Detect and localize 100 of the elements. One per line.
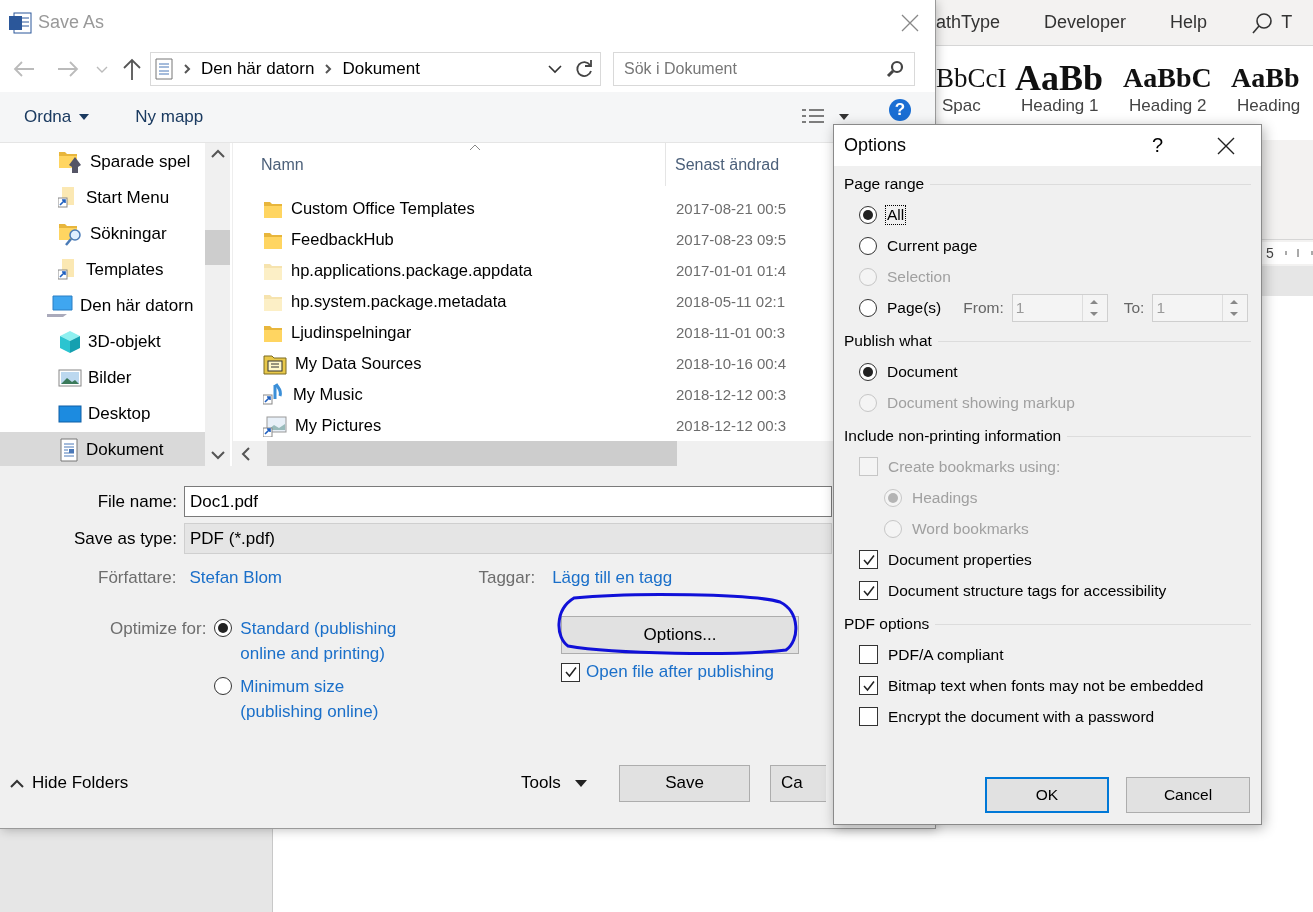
sidebar-item[interactable]: Desktop: [0, 396, 205, 432]
file-name-cell[interactable]: My Music: [233, 382, 666, 407]
checkbox-label[interactable]: Document structure tags for accessibility: [886, 580, 1169, 601]
radio-label[interactable]: Minimum size (publishing online): [240, 674, 413, 724]
date-cell-text: 2018-10-16 00:4: [675, 355, 787, 372]
sidebar-item[interactable]: Templates: [0, 252, 205, 288]
file-name-cell[interactable]: Ljudinspelningar: [233, 322, 666, 343]
scrollbar-thumb[interactable]: [205, 229, 230, 265]
radio-label[interactable]: All: [885, 204, 907, 225]
breadcrumb[interactable]: Den här datorn: [201, 58, 315, 79]
dialog-title: Options: [844, 135, 908, 156]
picture-shortcut-icon: [263, 414, 287, 437]
file-name-cell[interactable]: hp.system.package.metadata: [233, 291, 666, 312]
checkbox[interactable]: [859, 645, 878, 664]
style-preview: AaBb: [1231, 61, 1301, 95]
desktop-icon: [58, 403, 82, 425]
checkbox[interactable]: [859, 676, 878, 695]
radio-label[interactable]: Standard (publishing online and printing): [240, 616, 413, 666]
radio-button[interactable]: [859, 298, 877, 317]
file-name-cell[interactable]: My Data Sources: [233, 352, 666, 375]
tell-me-field[interactable]: T: [1281, 12, 1293, 33]
file-name-cell[interactable]: My Pictures: [233, 414, 666, 437]
sidebar-item[interactable]: Sparade spel: [0, 144, 205, 180]
scroll-left-icon[interactable]: [241, 446, 251, 461]
checkbox[interactable]: [859, 707, 878, 726]
group-heading: PDF options: [844, 615, 930, 633]
radio-label[interactable]: Page(s): [885, 297, 944, 318]
column-header[interactable]: Namn: [233, 155, 665, 174]
scroll-down-icon[interactable]: [210, 451, 225, 460]
scrollbar-thumb[interactable]: [267, 441, 677, 466]
tools-menu[interactable]: Tools: [521, 773, 619, 793]
field-label: From:: [963, 298, 1004, 317]
file-name-cell[interactable]: FeedbackHub: [233, 229, 666, 250]
options-button[interactable]: Options...: [561, 616, 799, 654]
ribbon-tab[interactable]: athType: [936, 12, 1001, 33]
word-app-icon: [8, 10, 32, 35]
field-label: Optimize for:: [110, 618, 207, 640]
caret-down-icon: [574, 779, 587, 787]
ruler-number: 5: [1266, 245, 1274, 261]
file-type-dropdown[interactable]: PDF (*.pdf): [184, 523, 832, 554]
window-title: Save As: [38, 12, 105, 33]
field-label: Författare:: [98, 568, 177, 588]
author-link[interactable]: Stefan Blom: [189, 568, 479, 588]
close-icon[interactable]: [1217, 136, 1235, 155]
cube-icon: [58, 330, 82, 354]
column-header[interactable]: Senast ändrad: [675, 155, 780, 174]
dropdown-icon[interactable]: [548, 63, 562, 74]
checkbox-label[interactable]: Bitmap text when fonts may not be embedded: [886, 675, 1206, 696]
checkbox[interactable]: [859, 550, 878, 569]
hide-folders-button[interactable]: Hide Folders: [10, 773, 521, 793]
radio-label[interactable]: Current page: [885, 235, 980, 256]
style-preview: AaBb: [1015, 57, 1105, 99]
checkbox-label[interactable]: PDF/A compliant: [886, 644, 1006, 665]
sidebar-item[interactable]: Sökningar: [0, 216, 205, 252]
checkbox[interactable]: [561, 662, 580, 682]
style-name: Heading 2: [1128, 96, 1208, 116]
ruler-ticks: [1283, 248, 1313, 258]
field-label: File name:: [96, 491, 177, 512]
file-name-cell[interactable]: Custom Office Templates: [233, 198, 666, 219]
radio-button[interactable]: [859, 362, 877, 381]
address-bar[interactable]: Den här datorn Dokument: [150, 51, 601, 86]
sidebar-item[interactable]: Start Menu: [0, 180, 205, 216]
music-note-icon: [263, 382, 285, 407]
breadcrumb[interactable]: Dokument: [342, 58, 420, 79]
radio-label[interactable]: Document: [885, 361, 960, 382]
checkbox[interactable]: [859, 581, 878, 600]
sidebar-item[interactable]: Bilder: [0, 360, 205, 396]
chevron-up-icon: [10, 778, 24, 788]
caret-down-icon[interactable]: [839, 114, 849, 120]
help-button[interactable]: ?: [1151, 134, 1163, 157]
radio-button[interactable]: [214, 677, 233, 695]
new-folder-button[interactable]: Ny mapp: [135, 107, 204, 127]
search-icon[interactable]: [1251, 11, 1274, 34]
dialog-button[interactable]: Save: [619, 764, 750, 802]
search-icon: [886, 59, 904, 78]
field-label: Taggar:: [478, 568, 536, 588]
dialog-button[interactable]: Cancel: [1126, 777, 1250, 813]
dialog-button[interactable]: Ca: [770, 764, 826, 802]
help-icon[interactable]: ?: [889, 99, 911, 121]
sidebar-item[interactable]: Den här datorn: [0, 288, 205, 324]
ribbon-tab[interactable]: Help: [1170, 12, 1208, 33]
radio-button[interactable]: [859, 205, 877, 224]
style-preview: AaBbC: [1123, 61, 1213, 95]
file-name-field[interactable]: Doc1.pdf: [184, 486, 832, 517]
sidebar-item[interactable]: Dokument: [0, 432, 205, 468]
tags-link[interactable]: Lägg till en tagg: [552, 568, 673, 588]
style-preview: BbCcI: [936, 62, 1008, 95]
organize-menu[interactable]: Ordna: [24, 107, 90, 127]
ribbon-tab[interactable]: Developer: [1044, 12, 1127, 33]
file-name-cell[interactable]: hp.applications.package.appdata: [233, 260, 666, 281]
scroll-up-icon[interactable]: [210, 149, 225, 158]
checkbox-label[interactable]: Open file after publishing: [586, 662, 775, 682]
checkbox-label[interactable]: Document properties: [886, 549, 1034, 570]
up-arrow-icon[interactable]: [122, 56, 142, 81]
checkbox-label[interactable]: Encrypt the document with a password: [886, 706, 1157, 727]
search-field[interactable]: Sök i Dokument: [613, 51, 915, 86]
sidebar-item[interactable]: 3D-objekt: [0, 324, 205, 360]
dialog-button[interactable]: OK: [985, 777, 1109, 813]
radio-button[interactable]: [859, 236, 877, 255]
radio-button[interactable]: [214, 619, 233, 637]
